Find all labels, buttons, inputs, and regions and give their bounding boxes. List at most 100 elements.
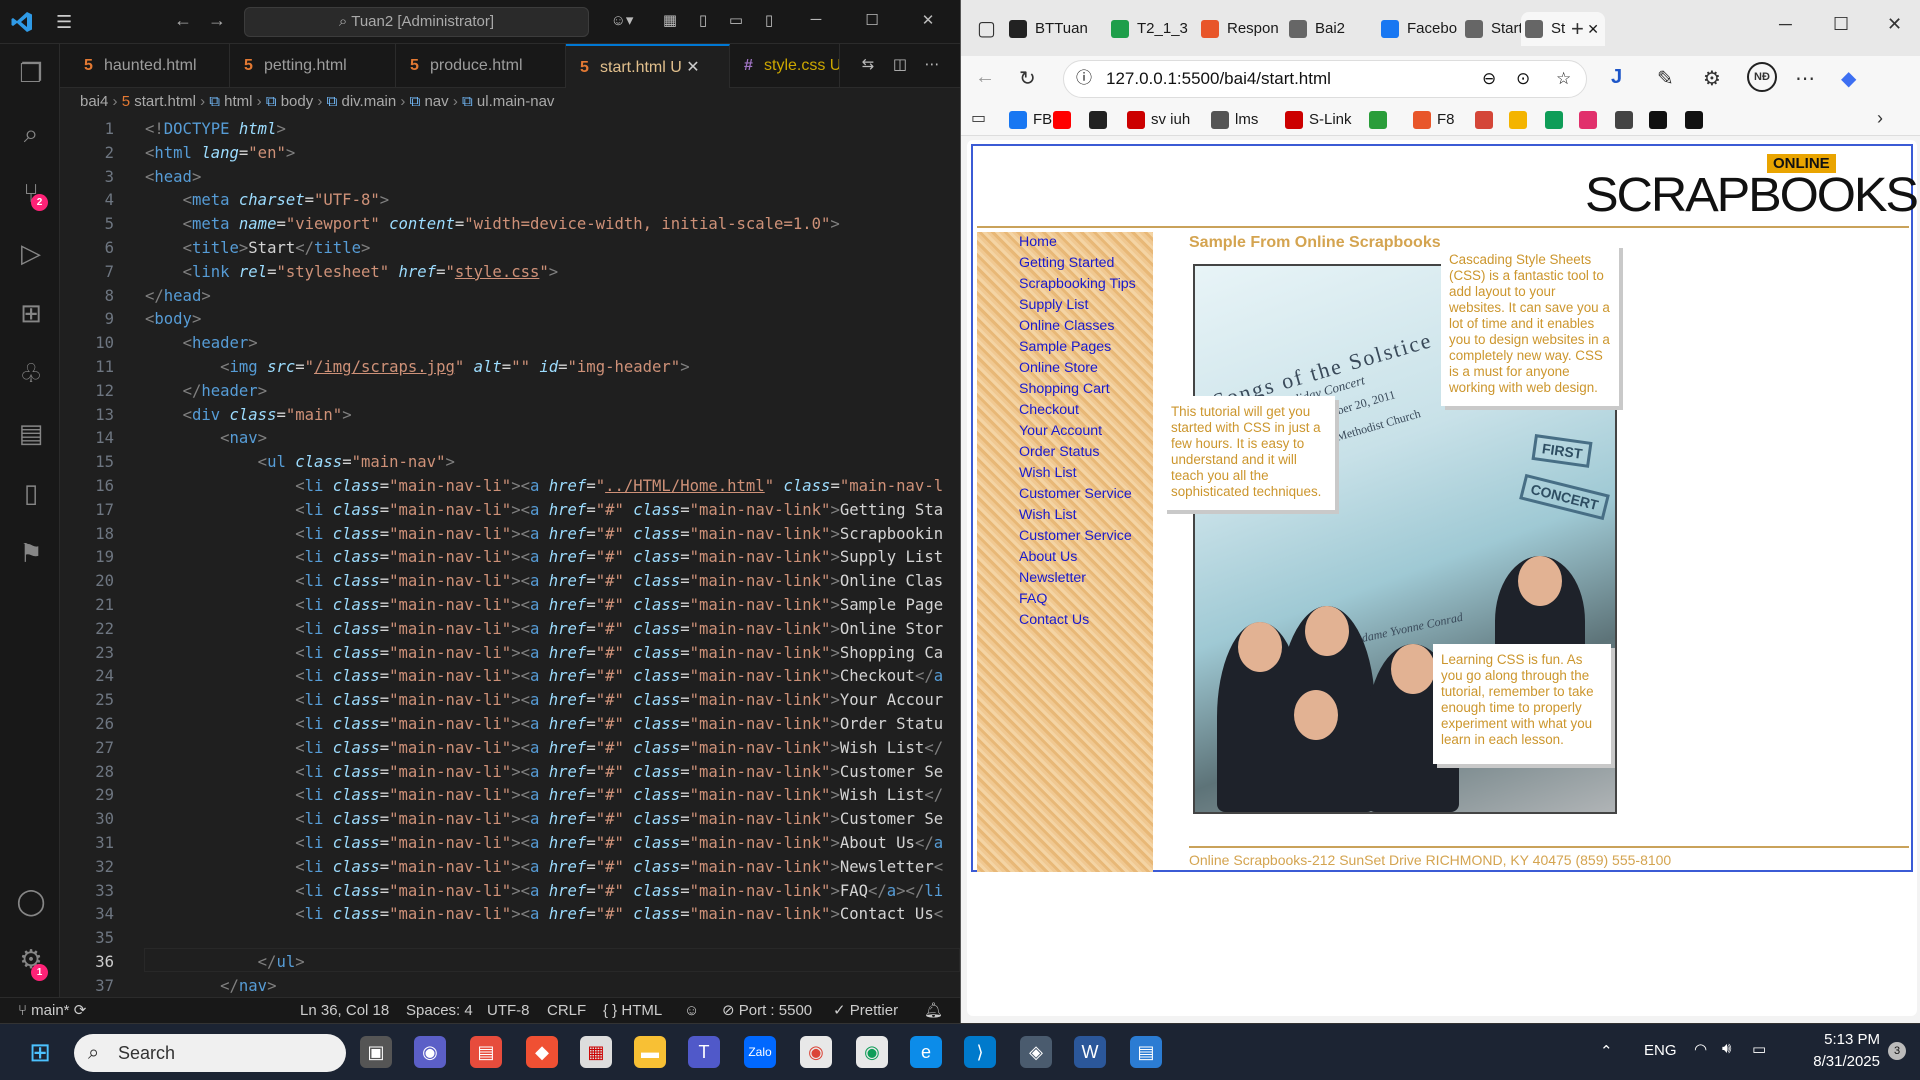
live-server-port[interactable]: ⊘ Port : 5500 xyxy=(722,998,812,1024)
tab-close-icon[interactable]: ✕ xyxy=(686,59,699,76)
code-line[interactable]: <li class="main-nav-li"><a href="#" clas… xyxy=(145,617,943,641)
browser-tab[interactable]: Facebo xyxy=(1377,12,1461,46)
nav-link[interactable]: Shopping Cart xyxy=(1019,381,1110,397)
breadcrumb-item[interactable]: ul.main-nav xyxy=(477,93,555,110)
code-line[interactable]: <li class="main-nav-li"><a href="#" clas… xyxy=(145,593,943,617)
code-line[interactable]: <li class="main-nav-li"><a href="#" clas… xyxy=(145,855,943,879)
nav-link[interactable]: Checkout xyxy=(1019,402,1079,418)
favorite-item[interactable] xyxy=(1649,109,1673,131)
nav-link[interactable]: Your Account xyxy=(1019,423,1102,439)
code-line[interactable]: <li class="main-nav-li"><a href="#" clas… xyxy=(145,498,943,522)
site-info-icon[interactable]: ⓘ xyxy=(1076,61,1092,97)
run-debug-icon[interactable]: ▷ xyxy=(14,236,48,270)
favorite-star-icon[interactable]: ☆ xyxy=(1556,61,1571,97)
refresh-icon[interactable]: ↻ xyxy=(1019,66,1036,91)
volume-icon[interactable]: 🔊︎ xyxy=(1722,1040,1731,1057)
cursor-position[interactable]: Ln 36, Col 18 xyxy=(300,998,389,1024)
code-line[interactable]: <head> xyxy=(145,165,201,189)
bookmark-icon[interactable]: ⚑ xyxy=(14,536,48,570)
close-icon[interactable]: ✕ xyxy=(918,11,938,31)
toggle-panel-icon[interactable]: ▭ xyxy=(726,11,746,31)
tab-haunted[interactable]: 5 haunted.html xyxy=(70,44,230,88)
extension-j-icon[interactable]: J xyxy=(1611,66,1622,89)
browser-tab[interactable]: St ✕ xyxy=(1521,12,1605,46)
code-line[interactable]: <li class="main-nav-li"><a href="#" clas… xyxy=(145,902,943,926)
file-explorer-icon[interactable]: ▬ xyxy=(634,1036,666,1068)
language-mode[interactable]: { } HTML xyxy=(603,998,662,1024)
tab-produce[interactable]: 5 produce.html xyxy=(396,44,566,88)
code-line[interactable]: <div class="main"> xyxy=(145,403,352,427)
nav-link[interactable]: Online Classes xyxy=(1019,318,1114,334)
code-line[interactable]: <li class="main-nav-li"><a href="#" clas… xyxy=(145,522,943,546)
nav-link[interactable]: Customer Service xyxy=(1019,528,1132,544)
code-line[interactable]: <ul class="main-nav"> xyxy=(145,450,455,474)
nav-link[interactable]: Supply List xyxy=(1019,297,1088,313)
command-center[interactable]: ⌕ Tuan2 [Administrator] xyxy=(244,7,589,37)
more-actions-icon[interactable]: ⋯ xyxy=(922,55,942,75)
favorite-item[interactable] xyxy=(1089,109,1113,131)
code-line[interactable]: </header> xyxy=(145,379,268,403)
code-line[interactable]: <li class="main-nav-li"><a href="#" clas… xyxy=(145,712,943,736)
remote-explorer-icon[interactable]: ▤ xyxy=(14,416,48,450)
breadcrumb-item[interactable]: start.html xyxy=(134,93,196,110)
code-line[interactable]: <!DOCTYPE html> xyxy=(145,117,286,141)
tab-start[interactable]: 5 start.html U ✕ xyxy=(566,44,730,88)
browser-tab[interactable]: Bai2 xyxy=(1285,12,1373,46)
favorite-item[interactable] xyxy=(1509,109,1533,131)
nav-link[interactable]: FAQ xyxy=(1019,591,1047,607)
copilot-icon[interactable]: ☺▾ xyxy=(604,11,640,31)
browser-tab[interactable]: Respon xyxy=(1197,12,1281,46)
code-line[interactable]: <nav> xyxy=(145,426,267,450)
favorite-item[interactable]: sv iuh xyxy=(1127,109,1190,131)
code-line[interactable]: <li class="main-nav-li"><a href="#" clas… xyxy=(145,879,943,903)
favorite-item[interactable]: F8 xyxy=(1413,109,1455,131)
nav-link[interactable]: Scrapbooking Tips xyxy=(1019,276,1136,292)
favorite-item[interactable]: S-Link xyxy=(1285,109,1352,131)
read-aloud-icon[interactable]: ⊙ xyxy=(1516,61,1530,97)
favorite-item[interactable] xyxy=(1545,109,1569,131)
edge-icon[interactable]: e xyxy=(910,1036,942,1068)
back-arrow-icon[interactable]: ← xyxy=(975,66,995,89)
encoding[interactable]: UTF-8 xyxy=(487,998,530,1024)
account-icon[interactable]: ◯ xyxy=(14,884,48,918)
compare-icon[interactable]: ⇆ xyxy=(858,55,878,75)
clock-time[interactable]: 5:13 PM xyxy=(1800,1031,1880,1048)
chevron-right-icon[interactable]: › xyxy=(1877,108,1883,129)
breadcrumb-item[interactable]: bai4 xyxy=(80,93,108,110)
nav-link[interactable]: About Us xyxy=(1019,549,1077,565)
notification-badge[interactable]: 3 xyxy=(1888,1042,1906,1060)
breadcrumb-item[interactable]: body xyxy=(281,93,314,110)
code-line[interactable]: <body> xyxy=(145,307,201,331)
tab-close-icon[interactable]: ✕ xyxy=(1587,12,1599,46)
browser-tab[interactable]: BTTuan xyxy=(1005,12,1103,46)
back-arrow-icon[interactable]: ← xyxy=(174,10,192,31)
task-view-icon[interactable]: ▣ xyxy=(360,1036,392,1068)
chrome-profile-icon[interactable]: ◉ xyxy=(856,1036,888,1068)
code-line[interactable]: <title>Start</title> xyxy=(145,236,371,260)
forward-arrow-icon[interactable]: → xyxy=(208,10,226,31)
code-line[interactable]: <li class="main-nav-li"><a href="#" clas… xyxy=(145,569,943,593)
nav-link[interactable]: Newsletter xyxy=(1019,570,1086,586)
nav-link[interactable]: Wish List xyxy=(1019,465,1077,481)
zalo-icon[interactable]: Zalo xyxy=(744,1036,776,1068)
code-line[interactable]: <li class="main-nav-li"><a href="#" clas… xyxy=(145,664,943,688)
toggle-sidebar-icon[interactable]: ▯ xyxy=(693,11,713,31)
code-line[interactable]: <li class="main-nav-li"><a href="#" clas… xyxy=(145,760,943,784)
indentation[interactable]: Spaces: 4 xyxy=(406,998,473,1024)
code-line[interactable]: <li class="main-nav-li"><a href="#" clas… xyxy=(145,641,943,665)
nav-link[interactable]: Contact Us xyxy=(1019,612,1089,628)
app-icon[interactable]: ◈ xyxy=(1020,1036,1052,1068)
windows-start-icon[interactable]: ⊞ xyxy=(24,1036,56,1068)
code-line[interactable]: <meta name="viewport" content="width=dev… xyxy=(145,212,840,236)
code-line[interactable]: <meta charset="UTF-8"> xyxy=(145,188,390,212)
breadcrumb-item[interactable]: html xyxy=(224,93,252,110)
nav-link[interactable]: Home xyxy=(1019,234,1057,250)
branch-status[interactable]: ⑂ main* ⟳ xyxy=(18,998,86,1024)
favorite-item[interactable] xyxy=(1369,109,1393,131)
profile-avatar[interactable]: NĐ xyxy=(1747,62,1777,92)
code-line[interactable]: <li class="main-nav-li"><a href="#" clas… xyxy=(145,688,943,712)
book-icon[interactable]: ▯ xyxy=(14,476,48,510)
notepad-icon[interactable]: ▤ xyxy=(1130,1036,1162,1068)
code-line[interactable]: <img src="/img/scraps.jpg" alt="" id="im… xyxy=(145,355,689,379)
code-line[interactable]: <li class="main-nav-li"><a href="#" clas… xyxy=(145,807,943,831)
